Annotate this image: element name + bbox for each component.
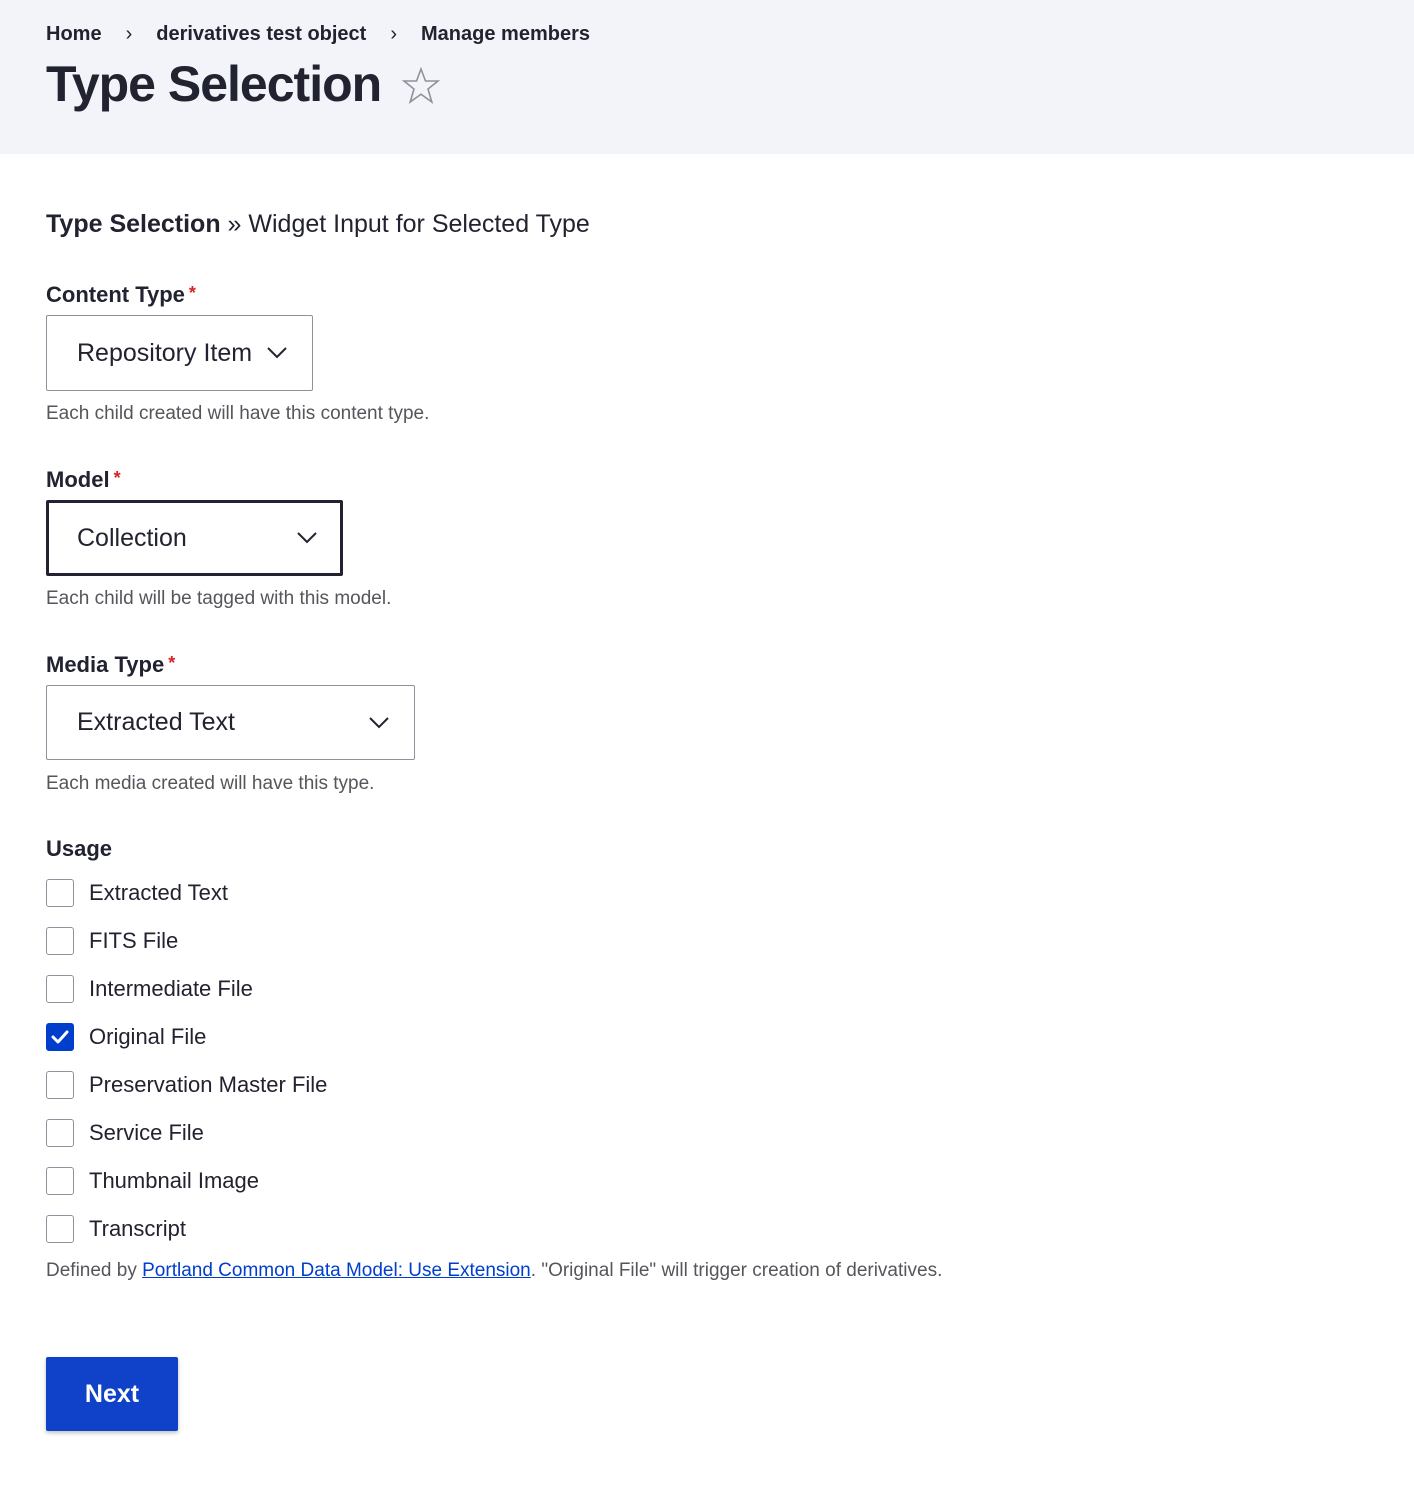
chevron-down-icon bbox=[267, 347, 287, 359]
checkbox-label: FITS File bbox=[89, 928, 179, 953]
checkbox-label: Extracted Text bbox=[89, 880, 228, 905]
usage-description: Defined by Portland Common Data Model: U… bbox=[46, 1259, 942, 1283]
required-asterisk-icon: * bbox=[168, 653, 176, 673]
breadcrumb-separator-icon: › bbox=[390, 22, 398, 45]
usage-option-intermediate-file[interactable]: Intermediate File bbox=[46, 974, 253, 1004]
required-asterisk-icon: * bbox=[188, 283, 196, 303]
content-type-select[interactable]: Repository Item bbox=[46, 315, 313, 391]
usage-option-thumbnail-image[interactable]: Thumbnail Image bbox=[46, 1166, 259, 1196]
model-value: Collection bbox=[77, 523, 187, 552]
checkbox-label: Preservation Master File bbox=[89, 1072, 328, 1097]
model-select[interactable]: Collection bbox=[46, 500, 343, 576]
model-label: Model * bbox=[46, 466, 121, 494]
content-type-label-text: Content Type bbox=[46, 282, 185, 307]
required-asterisk-icon: * bbox=[113, 468, 121, 488]
content-type-label: Content Type * bbox=[46, 281, 196, 309]
usage-option-original-file[interactable]: Original File bbox=[46, 1022, 206, 1052]
step-separator: » bbox=[220, 210, 249, 238]
breadcrumb-derivatives-test-object[interactable]: derivatives test object bbox=[156, 23, 366, 46]
media-type-select[interactable]: Extracted Text bbox=[46, 685, 415, 760]
usage-description-suffix: . "Original File" will trigger creation … bbox=[530, 1260, 943, 1281]
page-header: Home › derivatives test object › Manage … bbox=[0, 0, 1414, 154]
pcdm-use-extension-link[interactable]: Portland Common Data Model: Use Extensio… bbox=[142, 1260, 531, 1281]
usage-option-transcript[interactable]: Transcript bbox=[46, 1214, 186, 1244]
star-outline-icon[interactable] bbox=[401, 66, 441, 106]
checkbox-checked[interactable] bbox=[46, 1023, 74, 1051]
chevron-down-icon bbox=[297, 532, 317, 544]
media-type-value: Extracted Text bbox=[77, 708, 235, 736]
page-title: Type Selection bbox=[46, 56, 382, 112]
checkbox[interactable] bbox=[46, 927, 74, 955]
content-type-description: Each child created will have this conten… bbox=[46, 403, 430, 424]
media-type-description: Each media created will have this type. bbox=[46, 773, 375, 794]
checkbox[interactable] bbox=[46, 1071, 74, 1099]
usage-option-preservation-master-file[interactable]: Preservation Master File bbox=[46, 1070, 327, 1100]
step-next: Widget Input for Selected Type bbox=[248, 210, 590, 238]
checkbox-label: Original File bbox=[89, 1024, 207, 1049]
media-type-label-text: Media Type bbox=[46, 652, 165, 677]
model-label-text: Model bbox=[46, 467, 110, 492]
checkbox-label: Intermediate File bbox=[89, 976, 253, 1001]
model-description: Each child will be tagged with this mode… bbox=[46, 588, 392, 609]
breadcrumb-home[interactable]: Home bbox=[46, 23, 102, 46]
checkbox-label: Thumbnail Image bbox=[89, 1168, 259, 1193]
breadcrumb: Home › derivatives test object › Manage … bbox=[46, 20, 590, 48]
usage-option-fits-file[interactable]: FITS File bbox=[46, 926, 178, 956]
checkbox[interactable] bbox=[46, 1167, 74, 1195]
checkbox[interactable] bbox=[46, 879, 74, 907]
usage-option-service-file[interactable]: Service File bbox=[46, 1118, 204, 1148]
next-button[interactable]: Next bbox=[46, 1357, 178, 1431]
usage-description-prefix: Defined by bbox=[46, 1260, 143, 1281]
usage-option-extracted-text[interactable]: Extracted Text bbox=[46, 878, 228, 908]
checkbox[interactable] bbox=[46, 1215, 74, 1243]
content-type-value: Repository Item bbox=[77, 338, 253, 367]
chevron-down-icon bbox=[369, 716, 389, 728]
step-current: Type Selection bbox=[46, 210, 221, 238]
wizard-steps: Type Selection » Widget Input for Select… bbox=[46, 208, 590, 240]
breadcrumb-manage-members[interactable]: Manage members bbox=[421, 23, 590, 46]
checkbox[interactable] bbox=[46, 1119, 74, 1147]
page-title-row: Type Selection bbox=[46, 54, 441, 114]
checkbox[interactable] bbox=[46, 975, 74, 1003]
checkbox-label: Service File bbox=[89, 1120, 204, 1145]
media-type-label: Media Type * bbox=[46, 651, 175, 679]
checkmark-icon bbox=[51, 1030, 69, 1044]
checkbox-label: Transcript bbox=[89, 1216, 186, 1241]
usage-label: Usage bbox=[46, 836, 113, 861]
breadcrumb-separator-icon: › bbox=[125, 22, 133, 45]
